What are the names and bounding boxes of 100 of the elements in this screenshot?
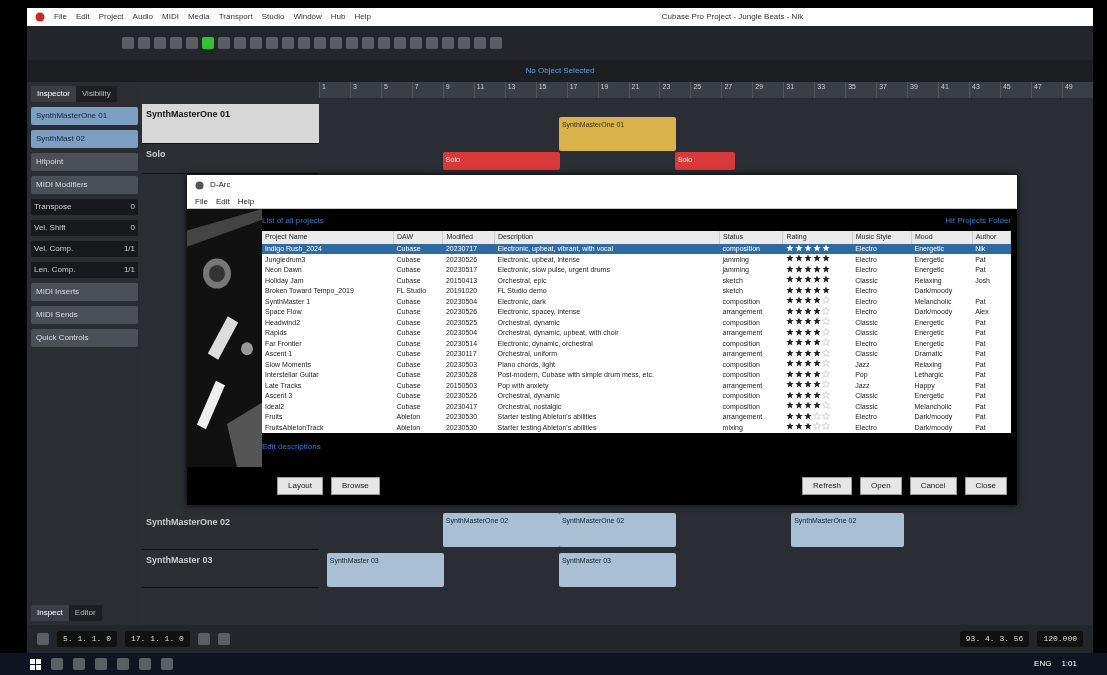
menu-item[interactable]: Media — [187, 11, 210, 23]
menu-item[interactable]: File — [54, 11, 67, 23]
star-icon — [785, 411, 794, 420]
menu-item[interactable]: MIDI — [162, 11, 179, 23]
star-icon — [812, 390, 821, 399]
taskbar-app-icon[interactable] — [95, 658, 107, 670]
taskbar-app-icon[interactable] — [51, 658, 63, 670]
star-icon — [821, 264, 830, 273]
tool-icon[interactable] — [234, 37, 246, 49]
star-icon — [803, 411, 812, 420]
dialog-button[interactable]: Layout — [277, 477, 324, 495]
tool-icon[interactable] — [330, 37, 342, 49]
inspector-tab[interactable]: Inspector — [31, 86, 76, 102]
star-icon — [821, 306, 830, 315]
track-name: Solo — [146, 148, 166, 161]
dialog-button[interactable]: Cancel — [909, 477, 957, 495]
tool-icon[interactable] — [394, 37, 406, 49]
inspector-tab[interactable]: Editor — [68, 605, 102, 621]
link[interactable]: Hit Projects Folder — [945, 215, 1011, 227]
star-icon — [794, 369, 803, 378]
inspector-section[interactable]: Quick Controls — [31, 329, 138, 347]
tool-icon[interactable] — [202, 37, 214, 49]
inspector-tab[interactable]: Visibility — [75, 86, 117, 102]
menu-item[interactable]: Window — [293, 11, 322, 23]
tool-icon[interactable] — [138, 37, 150, 49]
track-header[interactable]: SynthMasterOne 01 — [142, 104, 319, 144]
tool-icon[interactable] — [378, 37, 390, 49]
star-icon — [785, 243, 794, 252]
transport-icon[interactable] — [37, 633, 49, 645]
taskbar-app-icon[interactable] — [161, 658, 173, 670]
taskbar-app-icon[interactable] — [139, 658, 151, 670]
inspector-section[interactable]: SynthMasterOne 01 — [31, 107, 138, 125]
status-text: No Object Selected — [524, 65, 596, 77]
time-display[interactable]: 93. 4. 3. 56 — [959, 631, 1030, 647]
tool-icon[interactable] — [314, 37, 326, 49]
tool-icon[interactable] — [266, 37, 278, 49]
menu-item[interactable]: File — [195, 195, 208, 208]
star-icon — [794, 348, 803, 357]
taskbar-app-icon[interactable] — [117, 658, 129, 670]
menu-item[interactable]: Studio — [261, 11, 285, 23]
inspector-section[interactable]: MIDI Inserts — [31, 283, 138, 301]
menu-item[interactable]: Edit — [75, 11, 90, 23]
tempo-display[interactable]: 120.000 — [1037, 631, 1083, 647]
tool-icon[interactable] — [442, 37, 454, 49]
param-value[interactable]: 0 — [130, 222, 135, 234]
param-value[interactable]: 0 — [130, 201, 135, 213]
tool-icon[interactable] — [458, 37, 470, 49]
tool-icon[interactable] — [186, 37, 198, 49]
tool-icon[interactable] — [426, 37, 438, 49]
windows-logo-icon[interactable] — [30, 658, 41, 670]
track-name: SynthMaster 03 — [146, 554, 213, 567]
position-display[interactable]: 17. 1. 1. 0 — [125, 631, 190, 647]
menu-item[interactable]: Help — [237, 195, 255, 208]
inspector-section[interactable]: MIDI Sends — [31, 306, 138, 324]
star-icon — [785, 327, 794, 336]
clock-text[interactable]: 1:01 — [1061, 658, 1077, 670]
dialog-button[interactable]: Refresh — [802, 477, 853, 495]
tool-icon[interactable] — [410, 37, 422, 49]
dialog-button[interactable]: Browse — [331, 477, 380, 495]
menu-item[interactable]: Audio — [132, 11, 154, 23]
star-icon — [821, 243, 830, 252]
language-indicator[interactable]: ENG — [1034, 658, 1052, 670]
menu-item[interactable]: Project — [98, 11, 124, 23]
inspector-section[interactable]: MIDI Modifiers — [31, 176, 138, 194]
inspector-section[interactable]: Hitpoint — [31, 153, 138, 171]
tool-icon[interactable] — [122, 37, 134, 49]
dialog-button[interactable]: Close — [964, 477, 1007, 495]
param-value[interactable]: 1/1 — [123, 264, 135, 276]
tool-icon[interactable] — [250, 37, 262, 49]
menu-item[interactable]: Help — [354, 11, 371, 23]
star-icon — [794, 285, 803, 294]
tool-icon[interactable] — [474, 37, 486, 49]
star-icon — [812, 285, 821, 294]
star-icon — [821, 369, 830, 378]
star-icon — [803, 369, 812, 378]
dialog-button[interactable]: Open — [860, 477, 902, 495]
tool-icon[interactable] — [282, 37, 294, 49]
star-icon — [812, 243, 821, 252]
menu-item[interactable]: Hub — [330, 11, 346, 23]
menu-item[interactable]: Transport — [218, 11, 253, 23]
tool-icon[interactable] — [218, 37, 230, 49]
tool-icon[interactable] — [298, 37, 310, 49]
tool-icon[interactable] — [170, 37, 182, 49]
star-icon — [794, 243, 803, 252]
link[interactable]: List of all projects — [262, 215, 324, 227]
inspector-section[interactable]: SynthMast 02 — [31, 130, 138, 148]
position-display[interactable]: 5. 1. 1. 0 — [57, 631, 117, 647]
tool-icon[interactable] — [362, 37, 374, 49]
star-icon — [803, 264, 812, 273]
tool-icon[interactable] — [490, 37, 502, 49]
taskbar-app-icon[interactable] — [73, 658, 85, 670]
star-icon — [803, 327, 812, 336]
tool-icon[interactable] — [346, 37, 358, 49]
star-icon — [785, 264, 794, 273]
tool-icon[interactable] — [154, 37, 166, 49]
star-icon — [821, 390, 830, 399]
inspector-tab[interactable]: Inspect — [31, 605, 69, 621]
menu-item[interactable]: Edit — [215, 195, 230, 208]
link[interactable]: Edit descriptions — [262, 441, 1011, 453]
param-value[interactable]: 1/1 — [123, 243, 135, 255]
